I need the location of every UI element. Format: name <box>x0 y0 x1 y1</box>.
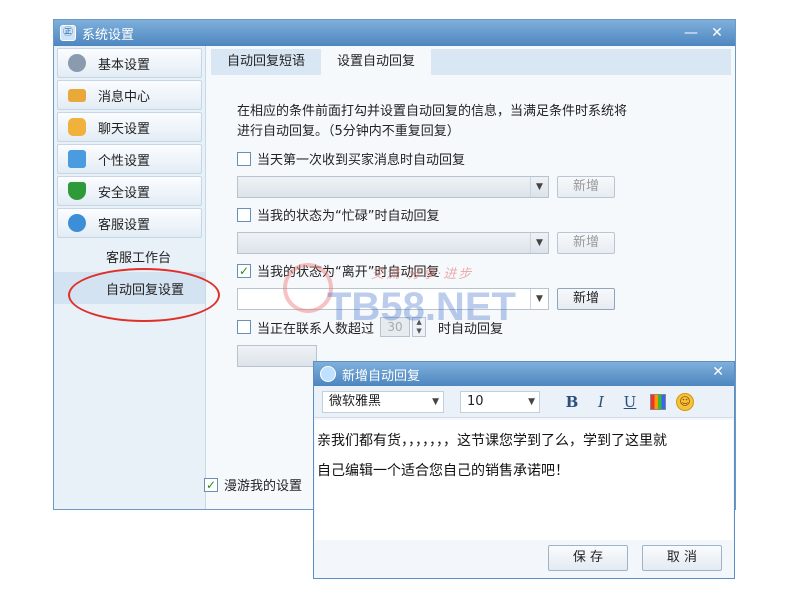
dialog-footer: 保 存 取 消 <box>314 538 734 578</box>
window-title: 系统设置 <box>82 27 135 43</box>
dialog-close-button[interactable]: ✕ <box>712 364 724 380</box>
option-label: 当我的状态为“离开”时自动回复 <box>257 265 440 280</box>
contacts-threshold-input[interactable]: 30 <box>380 317 411 337</box>
save-button[interactable]: 保 存 <box>548 545 628 571</box>
bold-button[interactable]: B <box>562 393 582 411</box>
sidebar-item-personal[interactable]: 个性设置 <box>57 144 202 174</box>
sidebar-item-messages[interactable]: 消息中心 <box>57 80 202 110</box>
sidebar-item-chat[interactable]: 聊天设置 <box>57 112 202 142</box>
text-color-icon[interactable] <box>650 393 666 410</box>
spin-up-icon: ▲ <box>416 318 422 326</box>
chevron-down-icon: ▼ <box>530 177 548 197</box>
away-add-button[interactable]: 新增 <box>557 288 615 310</box>
description-line-1: 在相应的条件前面打勾并设置自动回复的信息，当满足条件时系统将 <box>237 104 628 119</box>
shield-icon <box>68 182 86 200</box>
option-label: 当我的状态为“忙碌”时自动回复 <box>257 209 440 224</box>
editor-line-2: 自己编辑一个适合您自己的销售承诺吧！ <box>317 463 569 479</box>
reply-text-editor[interactable]: 亲我们都有货，，，，，，，这节课您学到了么，学到了这里就 自己编辑一个适合您自己… <box>315 420 733 540</box>
font-family-value: 微软雅黑 <box>329 393 382 409</box>
roaming-label: 漫游我的设置 <box>224 479 303 494</box>
roaming-setting: ✓ 漫游我的设置 <box>204 475 302 494</box>
busy-checkbox[interactable] <box>237 207 251 222</box>
sidebar-item-basic[interactable]: 基本设置 <box>57 48 202 78</box>
envelope-icon <box>68 88 86 102</box>
sidebar-subitem-workbench[interactable]: 客服工作台 <box>54 240 205 272</box>
sidebar-item-label: 个性设置 <box>98 153 151 169</box>
option-label-suffix: 时自动回复 <box>438 321 504 337</box>
sidebar-item-customer-service[interactable]: 客服设置 <box>57 208 202 238</box>
sidebar-item-label: 基本设置 <box>98 57 151 73</box>
highlight-annotation-oval <box>68 268 220 322</box>
new-auto-reply-dialog: 新增自动回复 ✕ 微软雅黑 ▼ 10 ▼ B I U ☺ 亲我们都有货，，，，，… <box>313 361 735 579</box>
underline-button[interactable]: U <box>620 393 640 411</box>
chevron-down-icon: ▼ <box>432 396 439 407</box>
option-label: 当天第一次收到买家消息时自动回复 <box>257 153 466 168</box>
sidebar-item-label: 消息中心 <box>98 89 151 105</box>
dialog-title: 新增自动回复 <box>342 368 421 384</box>
italic-button[interactable]: I <box>591 393 611 411</box>
dialog-title-bar[interactable]: 新增自动回复 ✕ <box>314 362 734 386</box>
sidebar-item-label: 安全设置 <box>98 185 151 201</box>
sidebar-item-label: 聊天设置 <box>98 121 151 137</box>
contacts-threshold-stepper[interactable]: ▲ ▼ <box>412 317 427 337</box>
personalize-icon <box>68 150 86 168</box>
option-label: 当正在联系人数超过 <box>257 321 375 337</box>
emoji-icon[interactable]: ☺ <box>676 392 694 411</box>
format-toolbar: 微软雅黑 ▼ 10 ▼ B I U ☺ <box>314 386 734 418</box>
tab-set-auto-reply[interactable]: 设置自动回复 <box>321 49 432 75</box>
title-bar[interactable]: ㊣ 系统设置 — ✕ <box>54 20 735 46</box>
first-message-add-button[interactable]: 新增 <box>557 176 615 198</box>
chat-bubble-icon <box>68 118 86 136</box>
busy-add-button[interactable]: 新增 <box>557 232 615 254</box>
chevron-down-icon: ▼ <box>528 396 535 407</box>
customer-service-icon <box>68 214 86 232</box>
close-button[interactable]: ✕ <box>707 23 727 43</box>
busy-reply-select[interactable]: ▼ <box>237 232 549 254</box>
app-icon: ㊣ <box>60 25 76 41</box>
sidebar-item-label: 客服设置 <box>98 217 151 233</box>
first-message-reply-select[interactable]: ▼ <box>237 176 549 198</box>
contacts-threshold-reply-select[interactable] <box>237 345 317 367</box>
font-family-select[interactable]: 微软雅黑 ▼ <box>322 390 444 413</box>
cancel-button[interactable]: 取 消 <box>642 545 722 571</box>
chevron-down-icon: ▼ <box>530 289 548 309</box>
option-away: ✓ 当我的状态为“离开”时自动回复 <box>237 261 707 280</box>
gear-icon <box>68 54 86 72</box>
description-line-2: 进行自动回复。（5分钟内不重复回复） <box>237 124 460 139</box>
spin-down-icon: ▼ <box>416 327 422 335</box>
first-message-checkbox[interactable] <box>237 151 251 166</box>
option-contacts-threshold: 当正在联系人数超过 30 ▲ ▼ 时自动回复 <box>237 317 707 337</box>
font-size-value: 10 <box>467 393 484 409</box>
editor-line-1: 亲我们都有货，，，，，，，这节课您学到了么，学到了这里就 <box>317 433 667 449</box>
dialog-app-icon <box>320 366 336 382</box>
minimize-button[interactable]: — <box>681 23 701 43</box>
roaming-checkbox[interactable]: ✓ <box>204 477 218 492</box>
auto-reply-settings: 在相应的条件前面打勾并设置自动回复的信息，当满足条件时系统将 进行自动回复。（5… <box>237 102 707 367</box>
away-checkbox[interactable]: ✓ <box>237 263 251 278</box>
option-first-message: 当天第一次收到买家消息时自动回复 <box>237 149 707 168</box>
sidebar-item-security[interactable]: 安全设置 <box>57 176 202 206</box>
option-busy: 当我的状态为“忙碌”时自动回复 <box>237 205 707 224</box>
chevron-down-icon: ▼ <box>530 233 548 253</box>
sidebar-subitem-label: 客服工作台 <box>106 250 172 266</box>
tab-bar: 自动回复短语 设置自动回复 <box>211 49 731 75</box>
contacts-threshold-checkbox[interactable] <box>237 320 251 334</box>
font-size-select[interactable]: 10 ▼ <box>460 390 540 413</box>
away-reply-select[interactable]: ▼ <box>237 288 549 310</box>
tab-auto-reply-phrases[interactable]: 自动回复短语 <box>211 49 321 75</box>
